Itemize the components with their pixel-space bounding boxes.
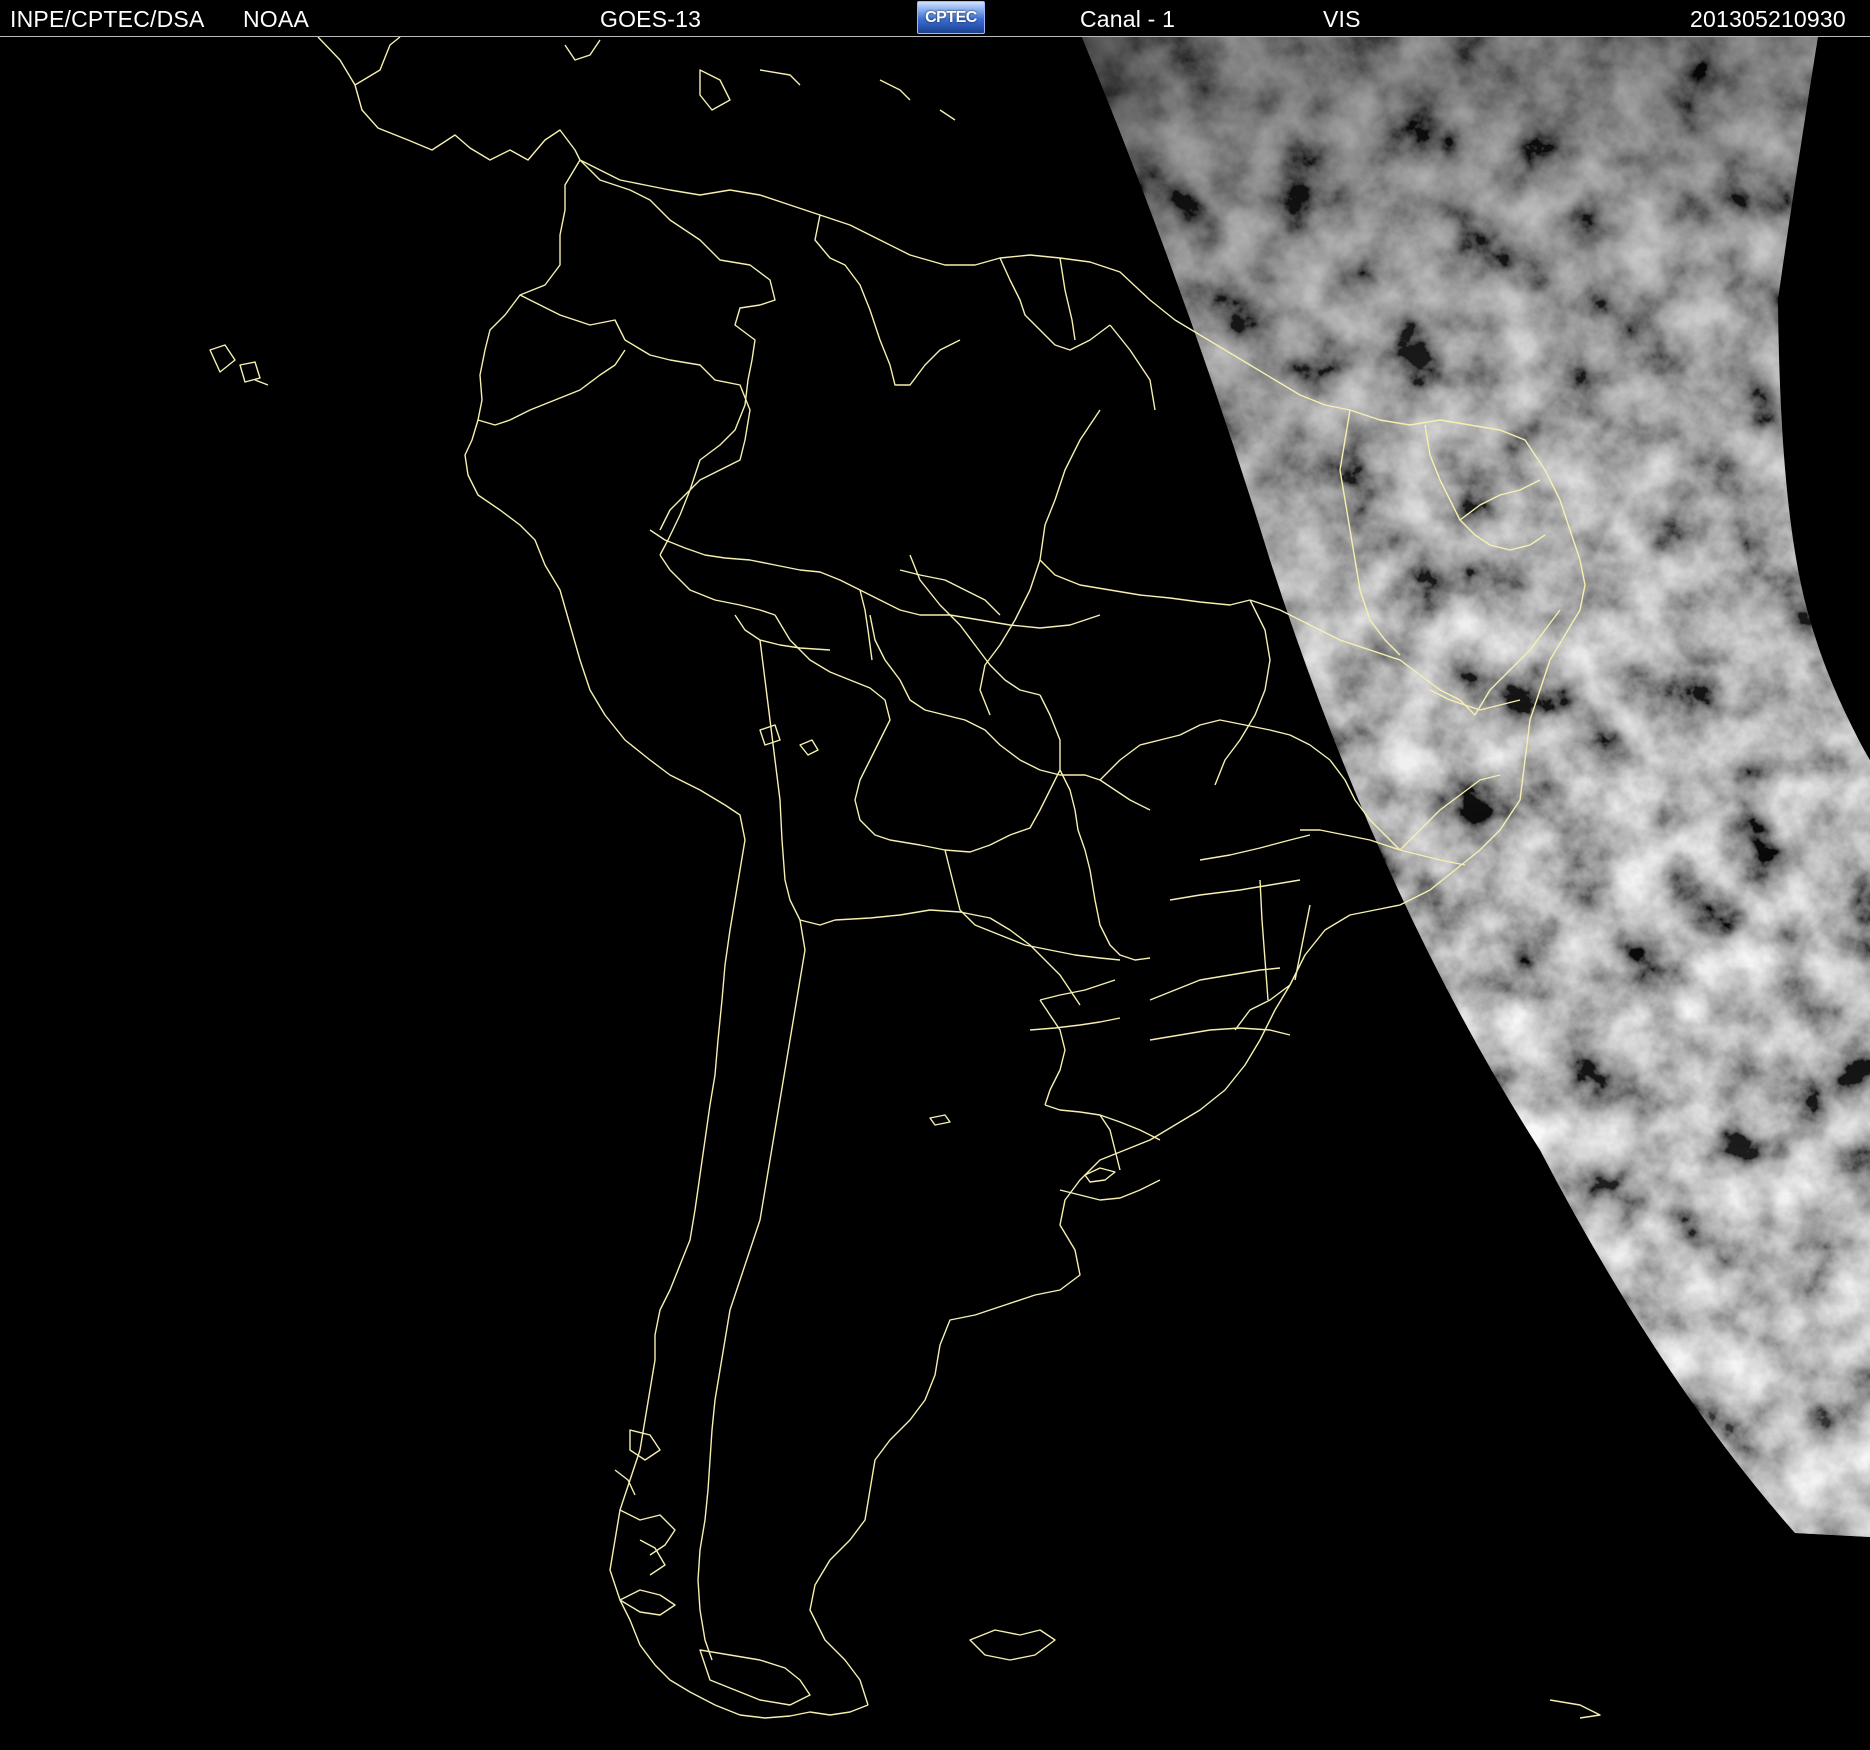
coastline-pacific: [464, 159, 869, 1719]
border-colombia-venezuela: [579, 159, 776, 556]
band-label: VIS: [1323, 6, 1361, 32]
cptec-logo: CPTEC: [917, 1, 985, 34]
border-colombia-peru: [519, 294, 751, 531]
channel-label: Canal - 1: [1080, 6, 1176, 32]
border-argentina-paraguay: [834, 909, 1081, 1006]
satellite-label: GOES-13: [600, 6, 702, 32]
border-paraguay: [1059, 769, 1151, 961]
institution-label: INPE/CPTEC/DSA: [10, 6, 205, 32]
cloud-imagery: [1082, 37, 1870, 1537]
satellite-map: [0, 37, 1870, 1750]
border-peru-brazil: [649, 529, 1101, 629]
image-header: INPE/CPTEC/DSA NOAA GOES-13 CPTEC Canal …: [0, 0, 1870, 37]
border-uruguay: [1044, 1104, 1161, 1141]
coastline-central-america: [317, 37, 581, 161]
timestamp-label: 201305210930: [1690, 6, 1846, 32]
border-chile-argentina: [697, 919, 806, 1661]
border-brazil-states: [1039, 409, 1251, 606]
border-venezuela-guyana: [814, 214, 961, 386]
logo-text: CPTEC: [925, 8, 977, 26]
border-guianas: [999, 257, 1111, 351]
agency-label: NOAA: [243, 6, 309, 32]
border-bolivia: [774, 614, 1061, 853]
map-canvas: [209, 37, 1870, 1719]
